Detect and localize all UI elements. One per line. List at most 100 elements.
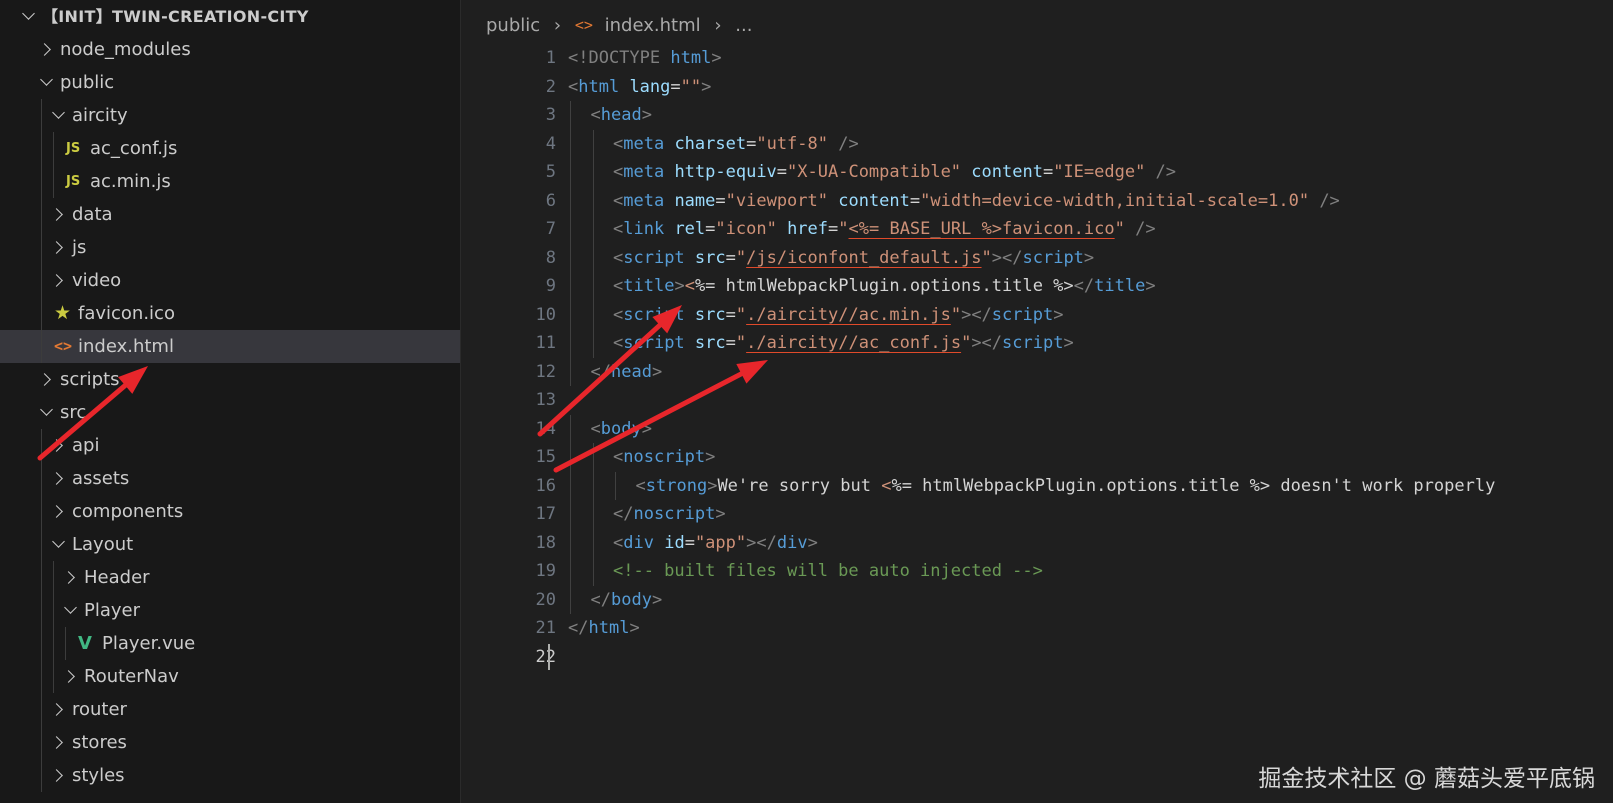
tree-item[interactable]: data (0, 198, 460, 231)
tree-item[interactable]: RouterNav (0, 660, 460, 693)
tree-item[interactable]: api (0, 429, 460, 462)
code-content: <script src="/js/iconfont_default.js"></… (613, 244, 1094, 273)
code-token: > (715, 504, 726, 524)
file-tree: node_modules public aircity JS ac_conf.js JS a… (0, 33, 460, 792)
tree-item[interactable]: Player (0, 594, 460, 627)
line-number: 4 (545, 133, 556, 154)
code-token: > (1083, 247, 1095, 268)
indent-guide (41, 99, 42, 132)
tree-item[interactable]: stores (0, 726, 460, 759)
code-token: < (613, 133, 624, 154)
indent-guide (592, 329, 594, 358)
code-token: script (623, 247, 685, 268)
tree-item[interactable]: scripts (0, 363, 460, 396)
indent-guide (41, 231, 42, 264)
breadcrumb-file[interactable]: index.html (605, 15, 701, 36)
indent-guide (53, 627, 54, 660)
breadcrumb: public › <> index.html › ... (486, 14, 752, 38)
chevron-right-icon (62, 571, 75, 584)
tree-item-label: styles (72, 765, 125, 786)
indent-guide (41, 429, 42, 462)
code-content: <noscript> (613, 443, 715, 472)
chevron-down-icon (40, 403, 53, 416)
tree-item[interactable]: js (0, 231, 460, 264)
code-token: < (590, 105, 601, 125)
code-token: script (1002, 333, 1064, 353)
code-token: %= htmlWebpackPlugin.options.title %> (694, 276, 1074, 296)
code-token: < (613, 190, 624, 211)
text-cursor (548, 643, 550, 670)
line-number: 6 (545, 190, 556, 211)
code-token: " (961, 333, 972, 353)
breadcrumb-more[interactable]: ... (735, 15, 752, 36)
code-token: " (735, 333, 747, 353)
explorer-root-folder[interactable]: 【INIT】TWIN-CREATION-CITY (0, 0, 460, 33)
tree-item[interactable]: JS ac_conf.js (0, 132, 460, 165)
tree-item-label: Player.vue (102, 633, 196, 654)
star-icon: ★ (54, 302, 72, 324)
code-token: > (705, 447, 716, 467)
line-number: 10 (535, 304, 556, 325)
code-token: ></ (971, 333, 1003, 353)
code-token: </ (568, 618, 589, 638)
tree-item[interactable]: V Player.vue (0, 627, 460, 660)
indent-guide (41, 627, 42, 660)
line-number: 1 (545, 48, 556, 68)
code-token: > (1145, 276, 1156, 296)
tree-item-label: Header (84, 567, 150, 588)
code-token: title (1094, 276, 1146, 296)
tree-item[interactable]: styles (0, 759, 460, 792)
indent-guide (41, 462, 42, 495)
chevron-down-icon (22, 7, 35, 20)
tree-item[interactable]: public (0, 66, 460, 99)
code-token: head (610, 361, 652, 382)
code-token: ></ (746, 532, 777, 553)
tree-item-label: Layout (72, 534, 134, 555)
chevron-down-icon (52, 535, 65, 548)
tree-item[interactable]: components (0, 495, 460, 528)
tree-item[interactable]: <> index.html (0, 330, 460, 363)
tree-item[interactable]: aircity (0, 99, 460, 132)
code-token: > (674, 276, 685, 296)
indent-guide (53, 660, 54, 693)
tree-item[interactable]: JS ac.min.js (0, 165, 460, 198)
code-token: = (746, 133, 757, 154)
code-token: < (613, 162, 624, 182)
code-editor[interactable]: 1 <!DOCTYPE html> 2 <html lang=""> 3 <head> 4 <… (460, 44, 1613, 803)
indent-guide (615, 471, 616, 500)
code-token: href (776, 219, 829, 239)
chevron-right-icon (62, 670, 75, 683)
line-number: 17 (535, 504, 556, 524)
tree-item-label: components (72, 501, 184, 522)
tree-item[interactable]: Layout (0, 528, 460, 561)
code-token: " (735, 304, 747, 325)
tree-item[interactable]: assets (0, 462, 460, 495)
code-token: /> (1124, 219, 1156, 239)
code-token: src (684, 333, 726, 353)
tree-item[interactable]: ★ favicon.ico (0, 297, 460, 330)
indent-guide (53, 165, 54, 198)
code-token: body (600, 418, 642, 439)
code-content: <meta name="viewport" content="width=dev… (613, 187, 1340, 216)
indent-guide (53, 132, 54, 165)
code-token: <%= BASE_URL %>favicon.ico (848, 219, 1115, 239)
tree-item[interactable]: router (0, 693, 460, 726)
breadcrumb-folder[interactable]: public (486, 15, 540, 36)
indent-guide (592, 500, 594, 529)
tree-item-label: aircity (72, 105, 128, 126)
tree-item[interactable]: Header (0, 561, 460, 594)
indent-guide (592, 215, 594, 244)
tree-item[interactable]: video (0, 264, 460, 297)
tree-item-label: data (72, 204, 113, 225)
code-token: > (707, 475, 718, 496)
code-token: > (651, 361, 663, 382)
line-number: 8 (545, 247, 556, 268)
tree-item[interactable]: node_modules (0, 33, 460, 66)
code-token: "" (680, 76, 702, 97)
line-number: 16 (535, 475, 556, 496)
code-content: <div id="app"></div> (613, 529, 818, 558)
tree-item[interactable]: src (0, 396, 460, 429)
line-number: 13 (535, 390, 556, 410)
indent-guide (592, 471, 594, 500)
chevron-right-icon (50, 769, 63, 782)
